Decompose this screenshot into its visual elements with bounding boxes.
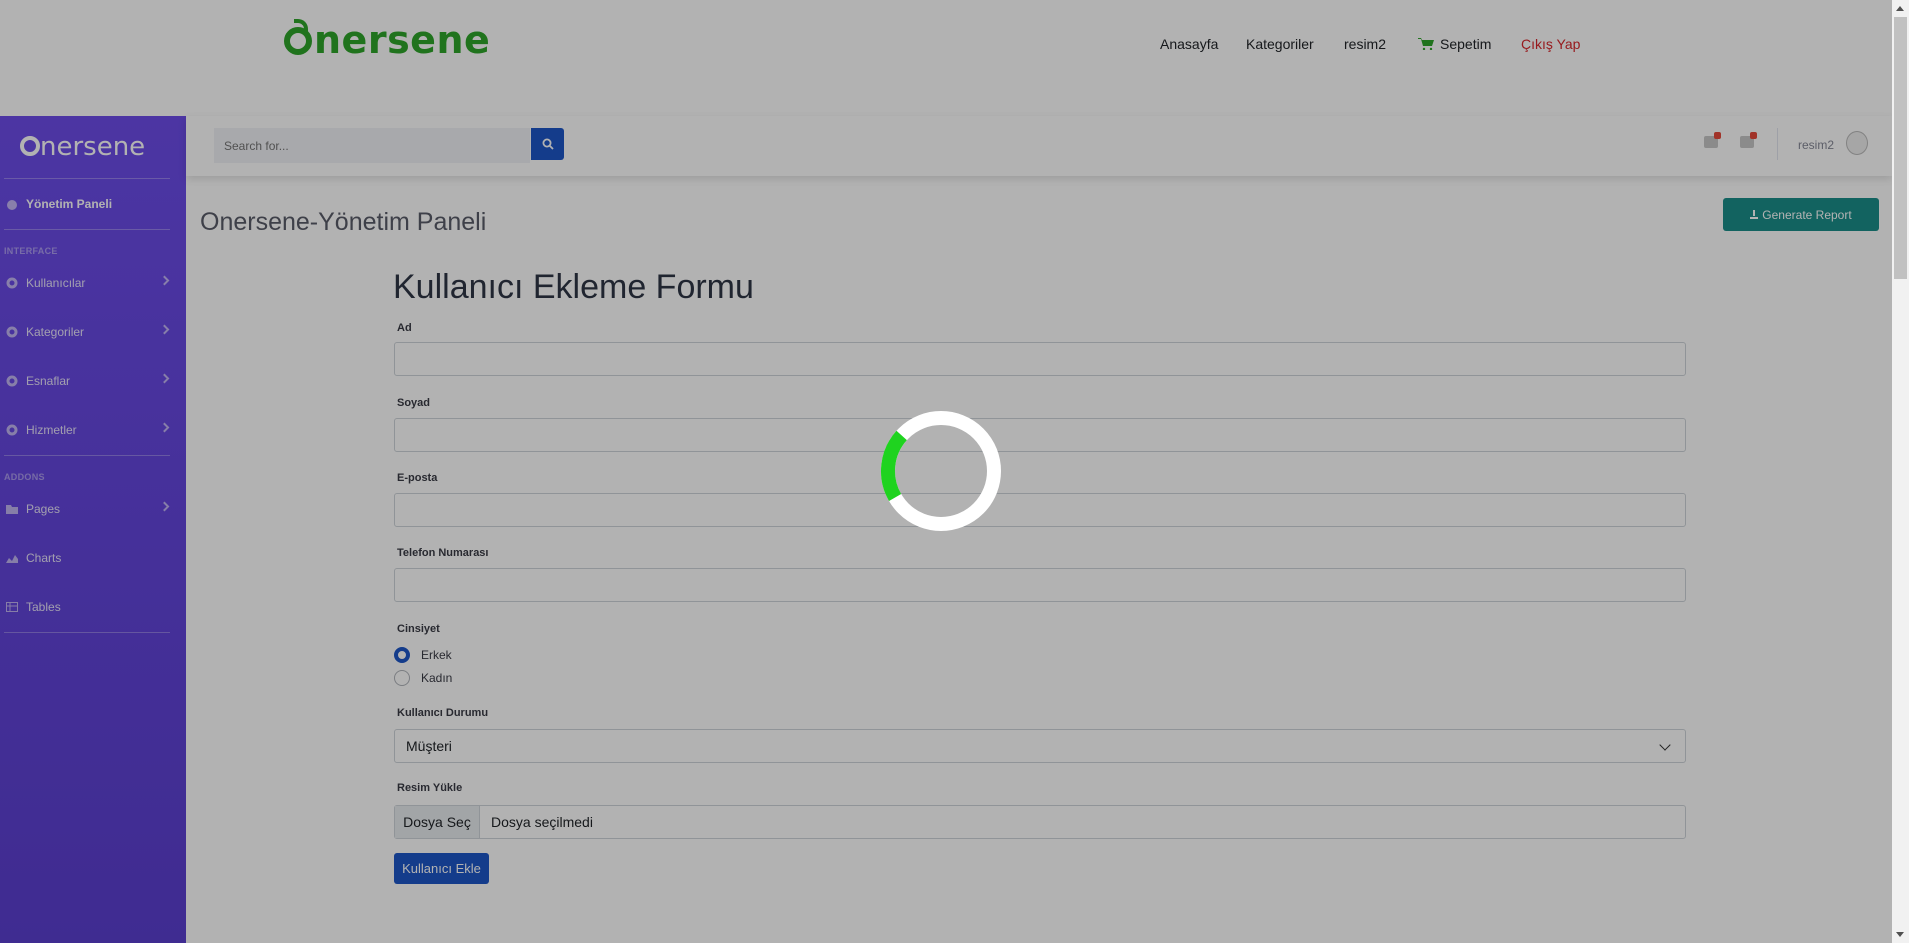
loading-spinner xyxy=(880,411,1001,531)
scroll-down-arrow-icon[interactable] xyxy=(1896,932,1904,937)
page-scrollbar[interactable] xyxy=(1892,0,1909,943)
scroll-up-arrow-icon[interactable] xyxy=(1896,6,1904,11)
loading-overlay xyxy=(0,0,1892,943)
scroll-thumb[interactable] xyxy=(1894,17,1907,279)
